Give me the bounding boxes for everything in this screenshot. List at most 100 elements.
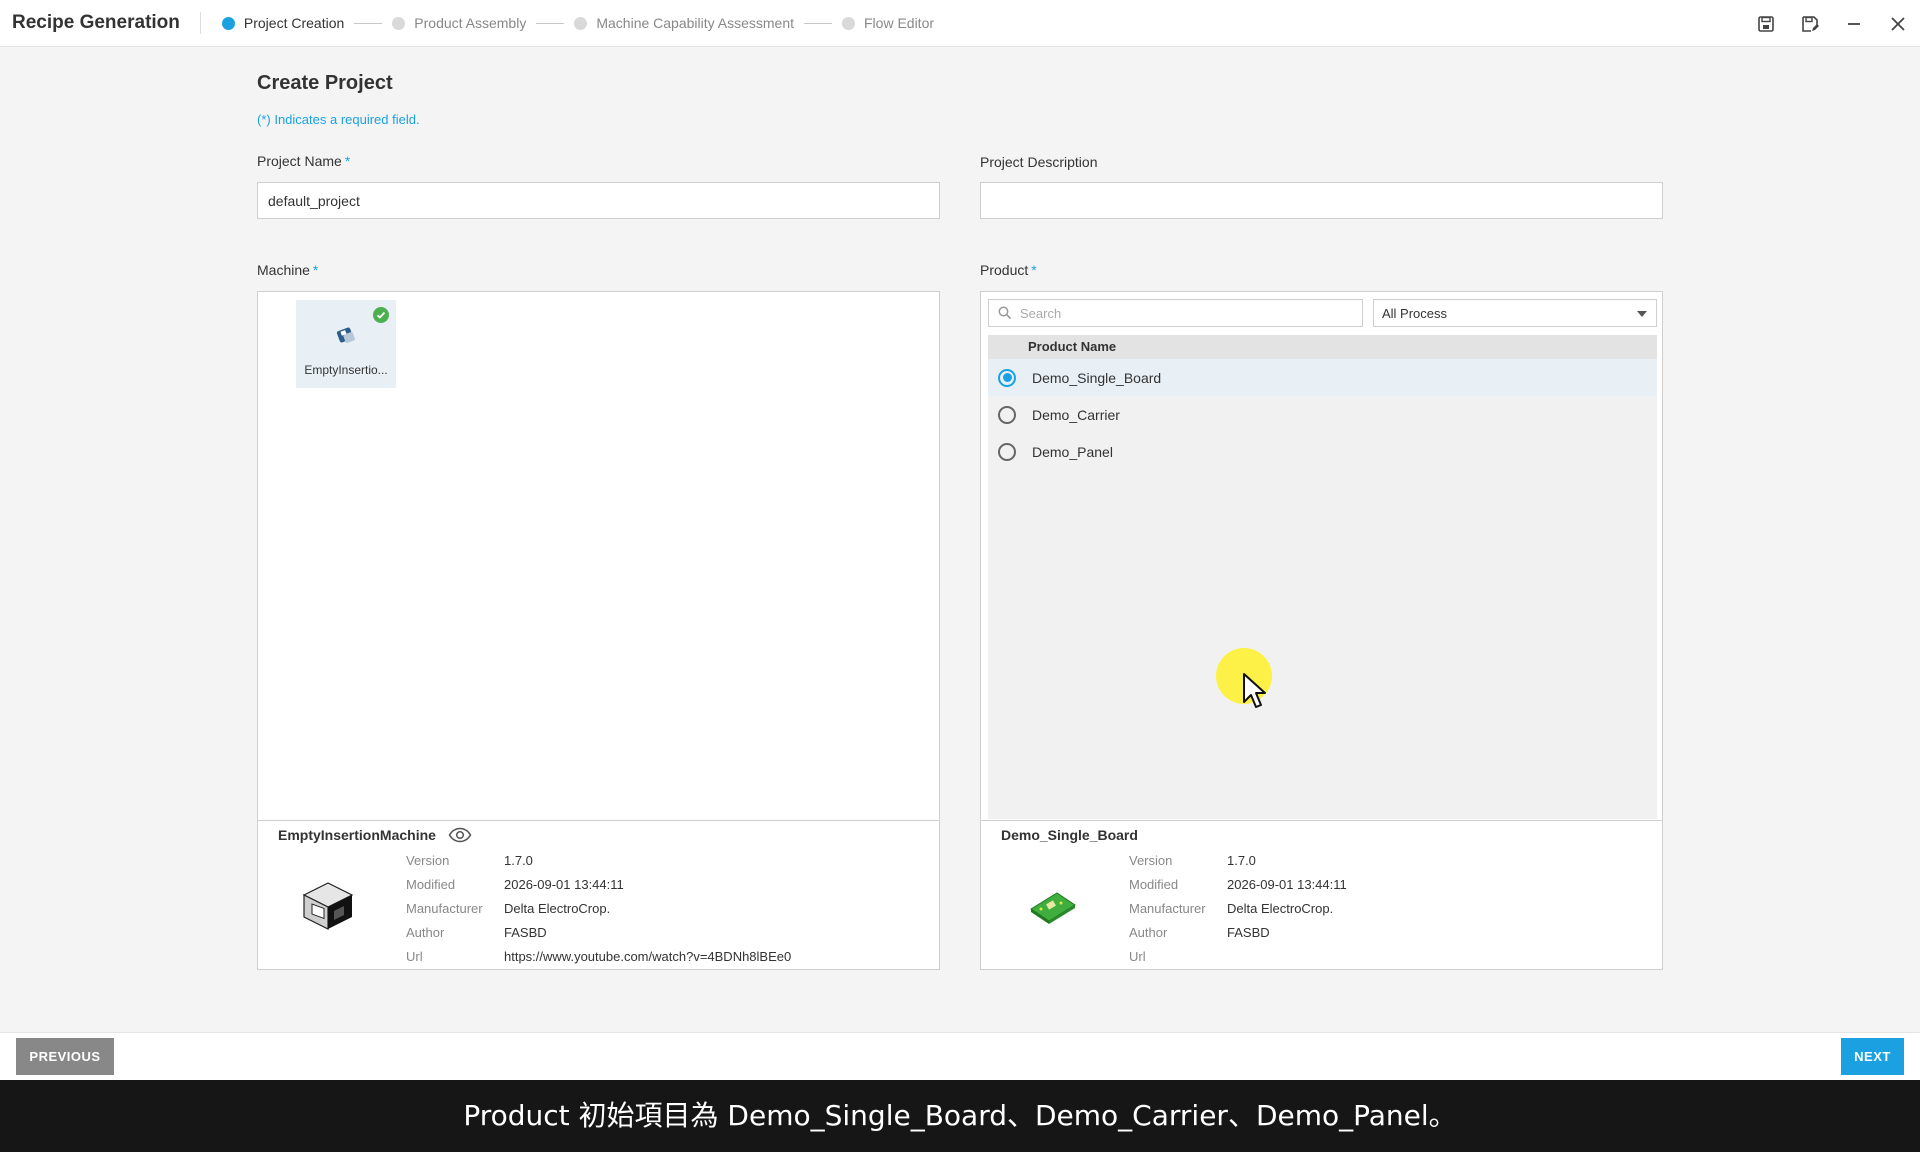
step-project-creation[interactable]: Project Creation <box>221 15 345 31</box>
product-list-item[interactable]: Demo_Carrier <box>988 396 1657 433</box>
step-label: Project Creation <box>243 15 345 31</box>
detail-row: Version 1.7.0 <box>406 849 791 873</box>
page-title: Create Project <box>257 72 393 94</box>
detail-key: Author <box>406 925 445 940</box>
product-list-item[interactable]: Demo_Panel <box>988 433 1657 470</box>
required-marker: * <box>344 153 351 169</box>
detail-value: 2026-09-01 13:44:11 <box>1227 877 1347 892</box>
detail-value: Delta ElectroCrop. <box>504 901 611 916</box>
step-connector <box>354 22 383 24</box>
process-filter-select[interactable]: All Process <box>1373 299 1657 327</box>
detail-key: Manufacturer <box>1129 901 1206 916</box>
detail-row: Modified 2026-09-01 13:44:11 <box>1129 873 1347 897</box>
detail-row: Version 1.7.0 <box>1129 849 1347 873</box>
detail-key: Manufacturer <box>406 901 483 916</box>
eye-icon[interactable] <box>448 827 472 843</box>
required-marker: * <box>312 262 319 278</box>
machine-card-name: EmptyInsertio... <box>304 363 388 377</box>
product-detail-rows: Version 1.7.0 Modified 2026-09-01 13:44:11… <box>1129 849 1347 969</box>
app-title: Recipe Generation <box>0 12 201 34</box>
product-list-item[interactable]: Demo_Single_Board <box>988 359 1657 396</box>
minimize-button[interactable] <box>1832 0 1876 47</box>
step-machine-capability-assessment[interactable]: Machine Capability Assessment <box>574 15 794 31</box>
machine-label-text: Machine <box>257 262 310 278</box>
step-product-assembly[interactable]: Product Assembly <box>392 15 526 31</box>
project-name-input[interactable] <box>257 182 940 219</box>
product-detail: Demo_Single_Board Version 1.7.0 Modified 2… <box>981 820 1662 969</box>
step-label: Flow Editor <box>864 15 935 31</box>
detail-value: Delta ElectroCrop. <box>1227 901 1334 916</box>
product-name-column-header: Product Name <box>988 335 1657 359</box>
detail-row: Author FASBD <box>406 921 791 945</box>
step-connector <box>536 22 565 24</box>
save-button[interactable] <box>1744 0 1788 47</box>
detail-row: Url https://www.youtube.com/watch?v=4BDNh… <box>406 945 791 969</box>
machine-detail-rows: Version 1.7.0 Modified 2026-09-01 13:44:11… <box>406 849 791 969</box>
close-button[interactable] <box>1876 0 1920 47</box>
window-controls <box>1744 0 1920 47</box>
radio-unselected[interactable] <box>998 405 1016 424</box>
machine-card[interactable]: EmptyInsertio... <box>296 300 396 388</box>
product-item-name: Demo_Single_Board <box>1032 369 1162 386</box>
step-connector <box>804 22 832 24</box>
detail-row: Manufacturer Delta ElectroCrop. <box>406 897 791 921</box>
detail-row: Url <box>1129 945 1347 969</box>
detail-key: Url <box>406 949 423 964</box>
step-flow-editor[interactable]: Flow Editor <box>842 15 934 31</box>
app-header: Recipe Generation Project Creation Produ… <box>0 0 1920 47</box>
step-label: Machine Capability Assessment <box>596 15 794 31</box>
product-panel: Search All Process Product Name Demo_Sin… <box>980 291 1663 970</box>
detail-key: Author <box>1129 925 1168 940</box>
required-marker: * <box>1031 262 1037 278</box>
product-label-text: Product <box>980 262 1029 278</box>
save-as-icon <box>1802 15 1819 32</box>
product-board-image-icon <box>1030 892 1076 924</box>
radio-selected[interactable] <box>998 368 1016 387</box>
project-description-input[interactable] <box>980 182 1663 219</box>
detail-key: Url <box>1129 949 1146 964</box>
machine-detail: EmptyInsertionMachine Version 1.7.0 Modif… <box>258 820 939 969</box>
step-dot-icon <box>392 16 406 30</box>
detail-value: FASBD <box>1227 925 1270 940</box>
detail-key: Version <box>1129 853 1173 868</box>
radio-unselected[interactable] <box>998 442 1016 461</box>
project-name-label-text: Project Name <box>257 153 342 169</box>
machine-panel: EmptyInsertio... EmptyInsertionMachine V… <box>257 291 940 970</box>
minimize-icon <box>1848 22 1860 25</box>
step-dot-icon <box>574 16 588 30</box>
product-detail-title: Demo_Single_Board <box>1001 827 1138 843</box>
step-label: Product Assembly <box>414 15 527 31</box>
product-label: Product * <box>980 262 1037 278</box>
product-item-name: Demo_Carrier <box>1032 406 1120 423</box>
project-description-label: Project Description <box>980 154 1098 170</box>
stepper: Project Creation Product Assembly Machin… <box>221 15 934 31</box>
machine-image-icon <box>302 882 354 930</box>
selected-check-icon <box>373 307 389 323</box>
chevron-down-icon <box>1637 311 1647 317</box>
detail-row: Modified 2026-09-01 13:44:11 <box>406 873 791 897</box>
required-field-note: (*) Indicates a required field. <box>257 112 420 127</box>
product-list: Product Name Demo_Single_Board Demo_Carr… <box>988 335 1657 819</box>
machine-thumbnail-icon <box>336 327 355 343</box>
product-detail-name: Demo_Single_Board <box>1001 827 1138 843</box>
product-search-input[interactable]: Search <box>988 299 1363 327</box>
search-placeholder: Search <box>1020 305 1062 321</box>
step-dot-icon <box>221 16 235 30</box>
detail-row: Author FASBD <box>1129 921 1347 945</box>
close-icon <box>1891 16 1905 31</box>
detail-key: Version <box>406 853 450 868</box>
detail-url-link[interactable]: https://www.youtube.com/watch?v=4BDNh8lB… <box>504 945 791 969</box>
step-dot-icon <box>842 16 855 30</box>
machine-detail-title: EmptyInsertionMachine <box>278 827 472 843</box>
next-button[interactable]: NEXT <box>1841 1038 1904 1075</box>
detail-row: Manufacturer Delta ElectroCrop. <box>1129 897 1347 921</box>
detail-value: 1.7.0 <box>1227 853 1256 868</box>
process-filter-value: All Process <box>1382 305 1448 321</box>
project-name-label: Project Name * <box>257 153 350 169</box>
save-as-button[interactable] <box>1788 0 1832 47</box>
save-icon <box>1758 15 1774 32</box>
previous-button[interactable]: PREVIOUS <box>16 1038 114 1075</box>
machine-label: Machine * <box>257 262 318 278</box>
product-item-name: Demo_Panel <box>1032 443 1113 460</box>
footer-bar: PREVIOUS NEXT <box>0 1032 1920 1080</box>
